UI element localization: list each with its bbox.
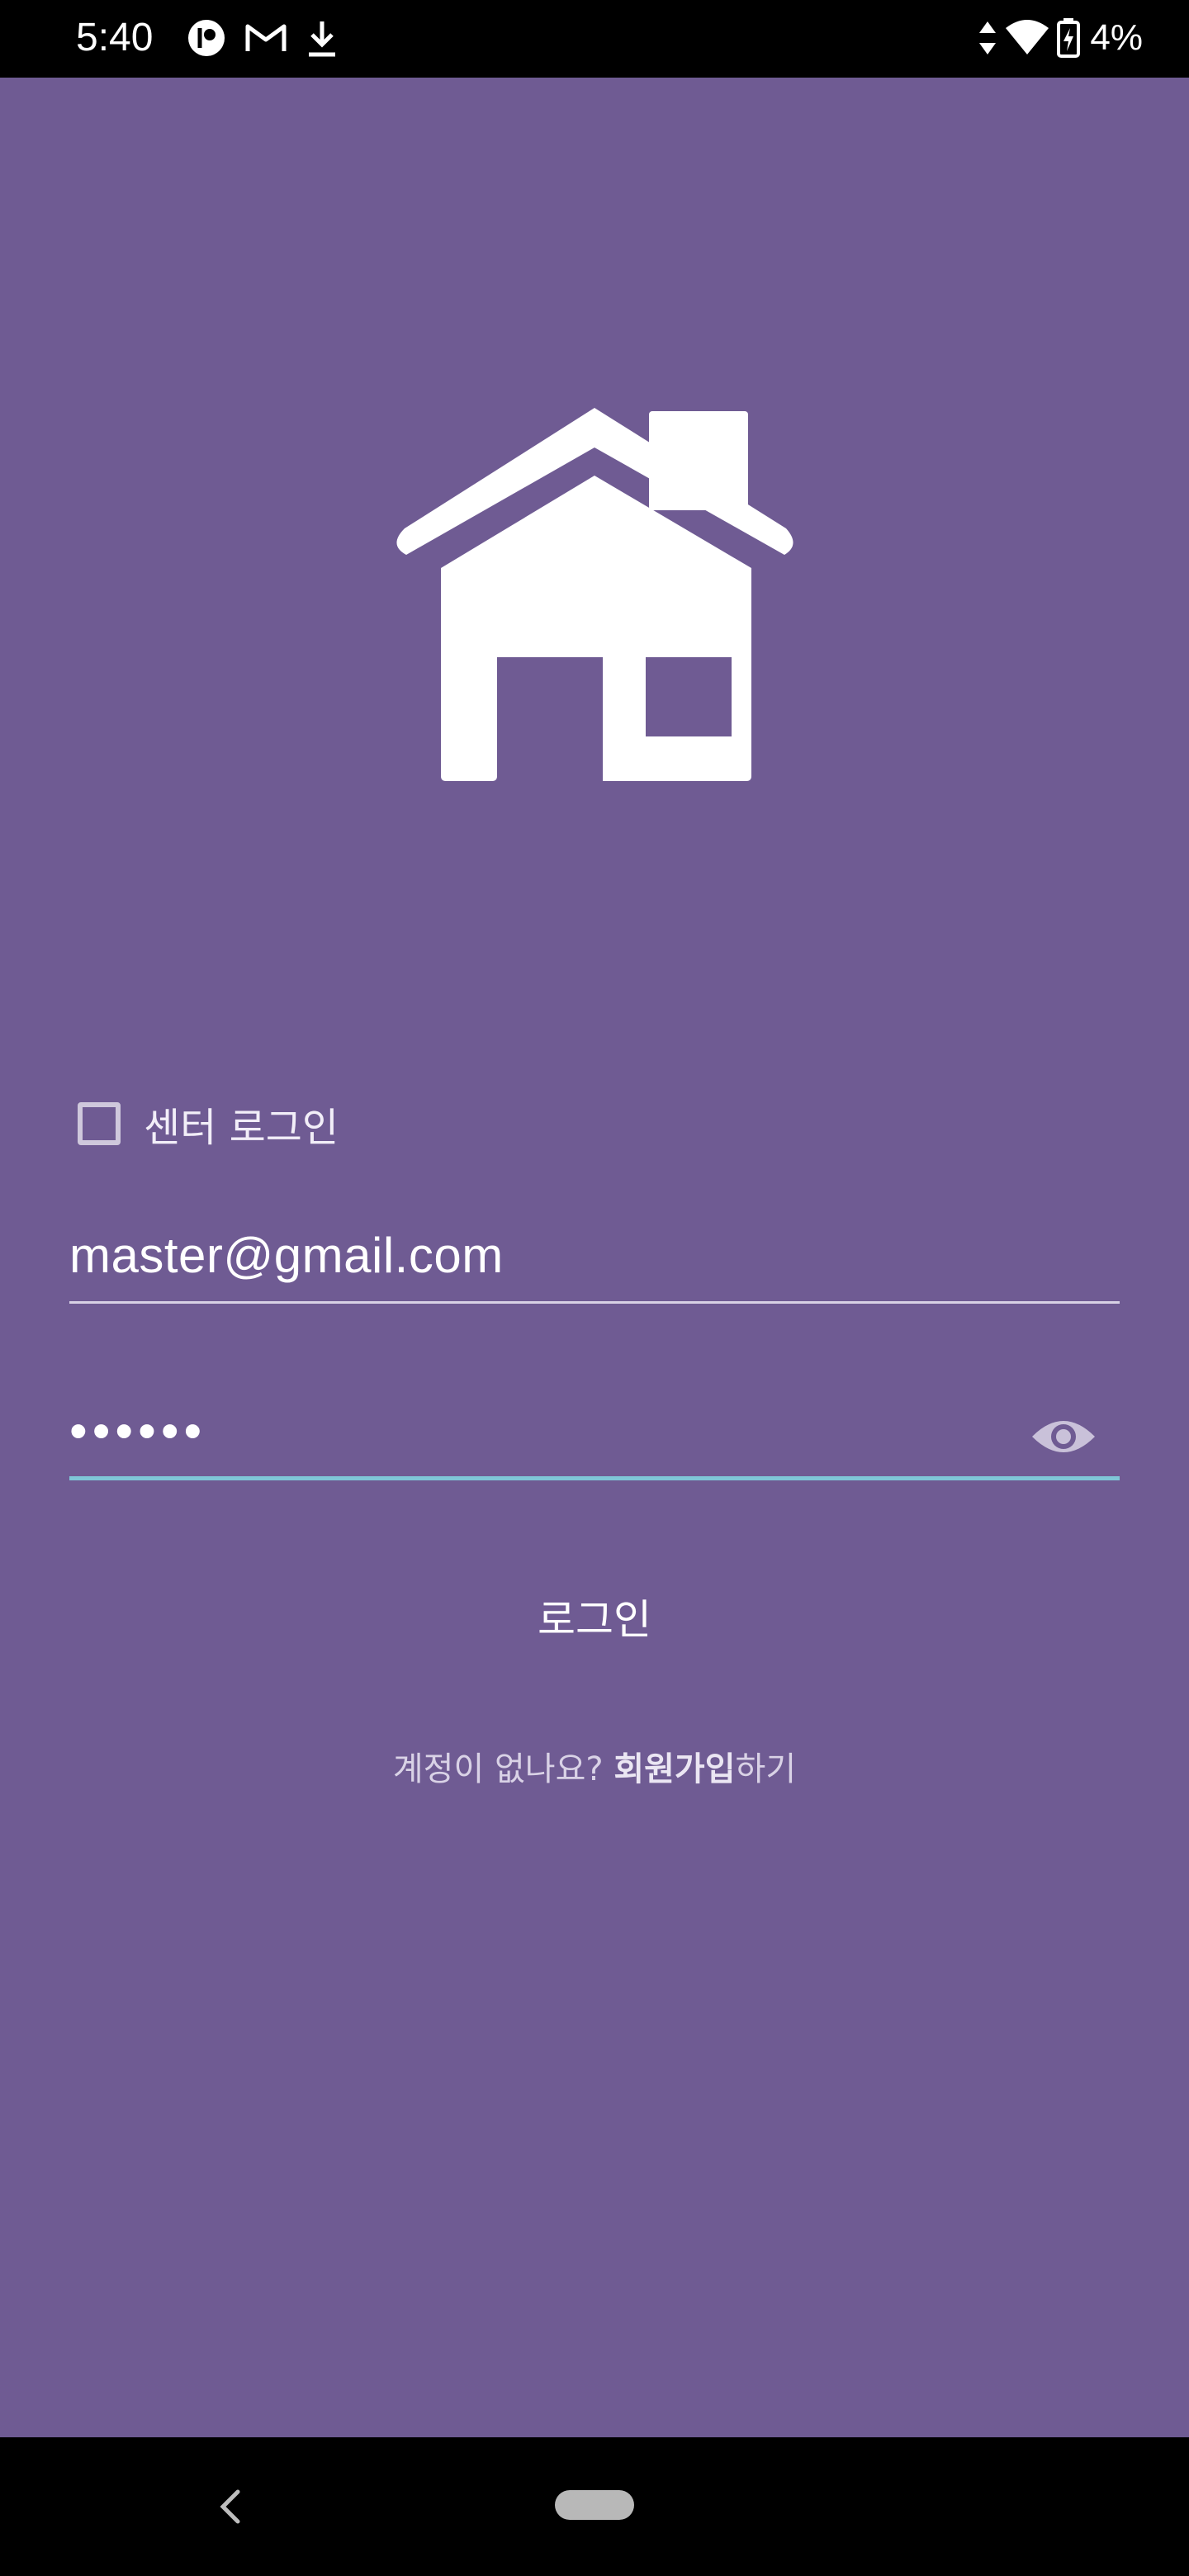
data-arrows-icon: [979, 21, 997, 54]
center-login-label: 센터 로그인: [144, 1105, 339, 1151]
circle-app-icon: [188, 20, 225, 56]
status-time: 5:40: [76, 16, 154, 59]
home-pill-icon[interactable]: [555, 2490, 634, 2520]
password-field[interactable]: ••••••: [69, 1394, 1120, 1480]
house-icon: [396, 408, 793, 781]
email-value: master@gmail.com: [69, 1228, 504, 1283]
svg-text:4: 4: [1035, 42, 1043, 56]
system-icons: 4 4%: [978, 15, 1143, 61]
signup-suffix: 하기: [735, 1750, 797, 1788]
status-bar: 5:40 4 4%: [0, 0, 1189, 78]
password-value: ••••••: [69, 1403, 207, 1460]
notification-icons: [187, 15, 339, 61]
login-button[interactable]: 로그인: [413, 1575, 776, 1658]
center-login-option[interactable]: 센터 로그인: [78, 1095, 339, 1153]
center-login-checkbox[interactable]: [78, 1102, 121, 1145]
download-icon: [309, 21, 335, 57]
battery-percentage: 4%: [1090, 17, 1143, 58]
signup-link[interactable]: 회원가입: [613, 1750, 735, 1788]
navigation-bar: [0, 2437, 1189, 2576]
back-chevron-icon[interactable]: [213, 2484, 246, 2530]
eye-icon[interactable]: [1030, 1412, 1097, 1461]
battery-icon: [1057, 18, 1081, 58]
signup-prefix: 계정이 없나요?: [392, 1750, 614, 1788]
email-field[interactable]: master@gmail.com: [69, 1222, 1120, 1304]
wifi-icon: 4: [1006, 20, 1049, 56]
gmail-icon: [245, 24, 287, 51]
signup-prompt: 계정이 없나요? 회원가입하기: [0, 1742, 1189, 1790]
